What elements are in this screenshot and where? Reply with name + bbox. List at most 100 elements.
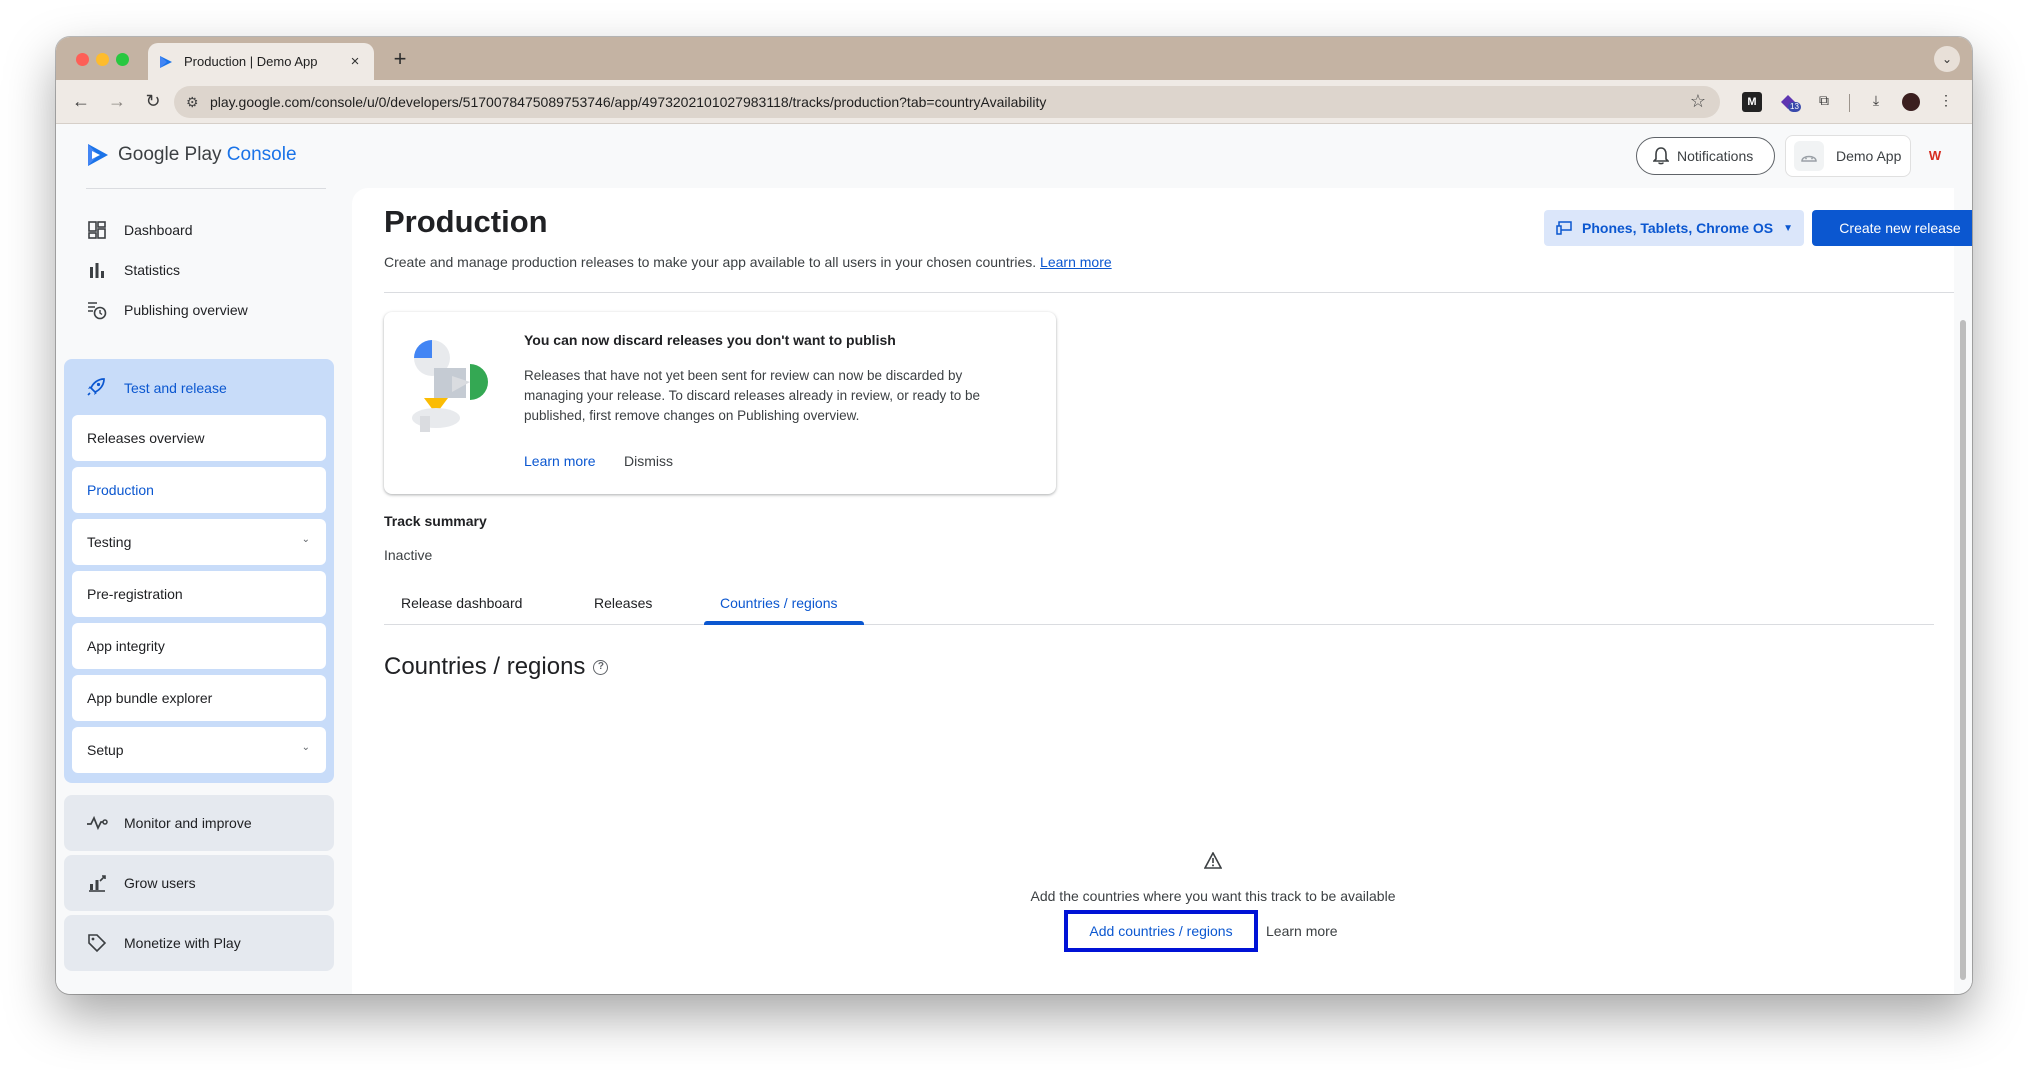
profile-avatar-icon[interactable] [1902,93,1920,111]
grow-icon [86,873,108,893]
sidebar-item-setup[interactable]: Setup ⌄ [72,727,326,773]
download-icon[interactable]: ⤓ [1866,92,1886,112]
sidebar-item-label: Production [87,482,154,498]
sidebar-item-label: Releases overview [87,430,205,446]
extension-badge-icon[interactable]: 13 [1778,92,1801,112]
sidebar-item-test-and-release[interactable]: Test and release [86,373,227,403]
sidebar-item-monetize-with-play[interactable]: Monetize with Play [64,915,334,971]
empty-state-text: Add the countries where you want this tr… [1030,888,1396,904]
logo-text: Google Play Console [118,144,297,165]
browser-menu-icon[interactable]: ⋮ [1936,92,1956,112]
devices-icon [1556,221,1572,235]
device-selector-button[interactable]: Phones, Tablets, Chrome OS ▼ [1544,210,1804,246]
discard-illustration-icon [412,340,488,432]
browser-tab[interactable]: Production | Demo App × [148,43,374,80]
browser-tab-strip: Production | Demo App × + ⌄ [56,37,1972,80]
rocket-icon [86,377,108,400]
browser-toolbar: ← → ↻ ⚙ play.google.com/console/u/0/deve… [56,80,1972,124]
page-title: Production [384,204,548,239]
tab-countries-regions[interactable]: Countries / regions [720,595,838,611]
dashboard-icon [86,219,108,241]
sidebar-item-production[interactable]: Production [72,467,326,513]
track-tabs: Release dashboard Releases Countries / r… [384,577,1934,625]
address-bar[interactable]: ⚙ play.google.com/console/u/0/developers… [174,86,1720,118]
sidebar-item-label: Publishing overview [124,302,248,318]
tab-title: Production | Demo App [184,54,318,69]
minimize-window-button[interactable] [96,53,109,66]
close-window-button[interactable] [76,53,89,66]
sidebar-item-label: Testing [87,534,132,550]
track-summary-label: Track summary [384,513,487,529]
empty-state-learn-more-link[interactable]: Learn more [1266,923,1338,939]
maximize-window-button[interactable] [116,53,129,66]
sidebar-item-pre-registration[interactable]: Pre-registration [72,571,326,617]
main-content: Production Create and manage production … [352,188,1972,994]
sidebar-group-test-and-release: Test and release Releases overview Produ… [64,359,334,783]
sidebar-item-label: Dashboard [124,222,193,238]
tab-search-icon[interactable]: ⌄ [1934,46,1960,72]
sidebar-item-statistics[interactable]: Statistics [86,250,326,290]
sidebar-item-label: Statistics [124,262,181,278]
device-selector-label: Phones, Tablets, Chrome OS [1582,220,1774,236]
page-description: Create and manage production releases to… [384,254,1112,270]
create-new-release-button[interactable]: Create new release [1812,210,1972,246]
sidebar-item-grow-users[interactable]: Grow users [64,855,334,911]
forward-arrow-icon[interactable]: → [106,91,128,112]
sidebar-item-app-integrity[interactable]: App integrity [72,623,326,669]
section-title-text: Countries / regions [384,653,586,680]
back-arrow-icon[interactable]: ← [70,91,92,112]
card-dismiss-button[interactable]: Dismiss [624,453,673,469]
sidebar-item-publishing-overview[interactable]: Publishing overview [86,290,326,330]
card-title: You can now discard releases you don't w… [524,332,896,348]
chevron-down-icon: ⌄ [301,742,310,753]
sidebar-item-releases-overview[interactable]: Releases overview [72,415,326,461]
site-settings-icon[interactable]: ⚙ [186,94,199,111]
chevron-down-icon: ⌄ [301,534,310,545]
sidebar-item-label: App bundle explorer [87,690,213,706]
publishing-icon [86,299,108,321]
bar-chart-icon [86,259,108,281]
header-divider [384,292,1954,293]
add-countries-regions-button[interactable]: Add countries / regions [1064,910,1258,952]
browser-window: Production | Demo App × + ⌄ ← → ↻ ⚙ play… [56,37,1972,994]
vitals-icon [86,815,108,831]
tab-releases[interactable]: Releases [594,595,652,611]
description-learn-more-link[interactable]: Learn more [1040,254,1112,270]
url-text: play.google.com/console/u/0/developers/5… [210,94,1047,110]
play-console-favicon-icon [160,55,172,68]
medium-extension-icon[interactable]: M [1742,92,1762,112]
sidebar-item-app-bundle-explorer[interactable]: App bundle explorer [72,675,326,721]
section-title: Countries / regions ? [384,653,609,681]
sidebar-item-label: Setup [87,742,124,758]
bell-icon [1653,147,1669,165]
close-tab-icon[interactable]: × [346,53,364,70]
bookmark-star-icon[interactable]: ☆ [1690,91,1706,112]
sidebar-item-monitor-and-improve[interactable]: Monitor and improve [64,795,334,851]
sidebar-item-label: Monitor and improve [124,815,252,831]
tab-release-dashboard[interactable]: Release dashboard [401,595,522,611]
card-learn-more-link[interactable]: Learn more [524,453,596,469]
android-app-icon [1794,141,1824,171]
active-tab-indicator [704,621,864,625]
warning-triangle-icon [1204,852,1222,869]
account-brand-logo[interactable]: W [1922,144,1948,168]
sidebar-item-dashboard[interactable]: Dashboard [86,210,326,250]
page-scrollbar[interactable] [1960,320,1966,980]
new-tab-button[interactable]: + [388,46,412,72]
console-header: Google Play Console Notifications Demo A… [56,124,1972,188]
sidebar-item-label: Pre-registration [87,586,183,602]
sidebar-item-label: Grow users [124,875,196,891]
extensions-puzzle-icon[interactable]: ⧉ [1814,92,1834,112]
sidebar-item-testing[interactable]: Testing ⌄ [72,519,326,565]
extension-badge-count: 13 [1788,102,1801,112]
reload-icon[interactable]: ↻ [142,91,164,112]
sidebar-item-label: App integrity [87,638,165,654]
app-selector[interactable]: Demo App [1785,135,1911,177]
play-console-logo[interactable]: Google Play Console [86,142,297,168]
help-icon[interactable]: ? [593,659,609,675]
track-status: Inactive [384,547,433,563]
sidebar-nav: Dashboard Statistics Publishing overview [56,188,352,994]
notifications-button[interactable]: Notifications [1636,137,1775,175]
play-console-page: Google Play Console Notifications Demo A… [56,124,1972,994]
tag-icon [86,933,108,953]
